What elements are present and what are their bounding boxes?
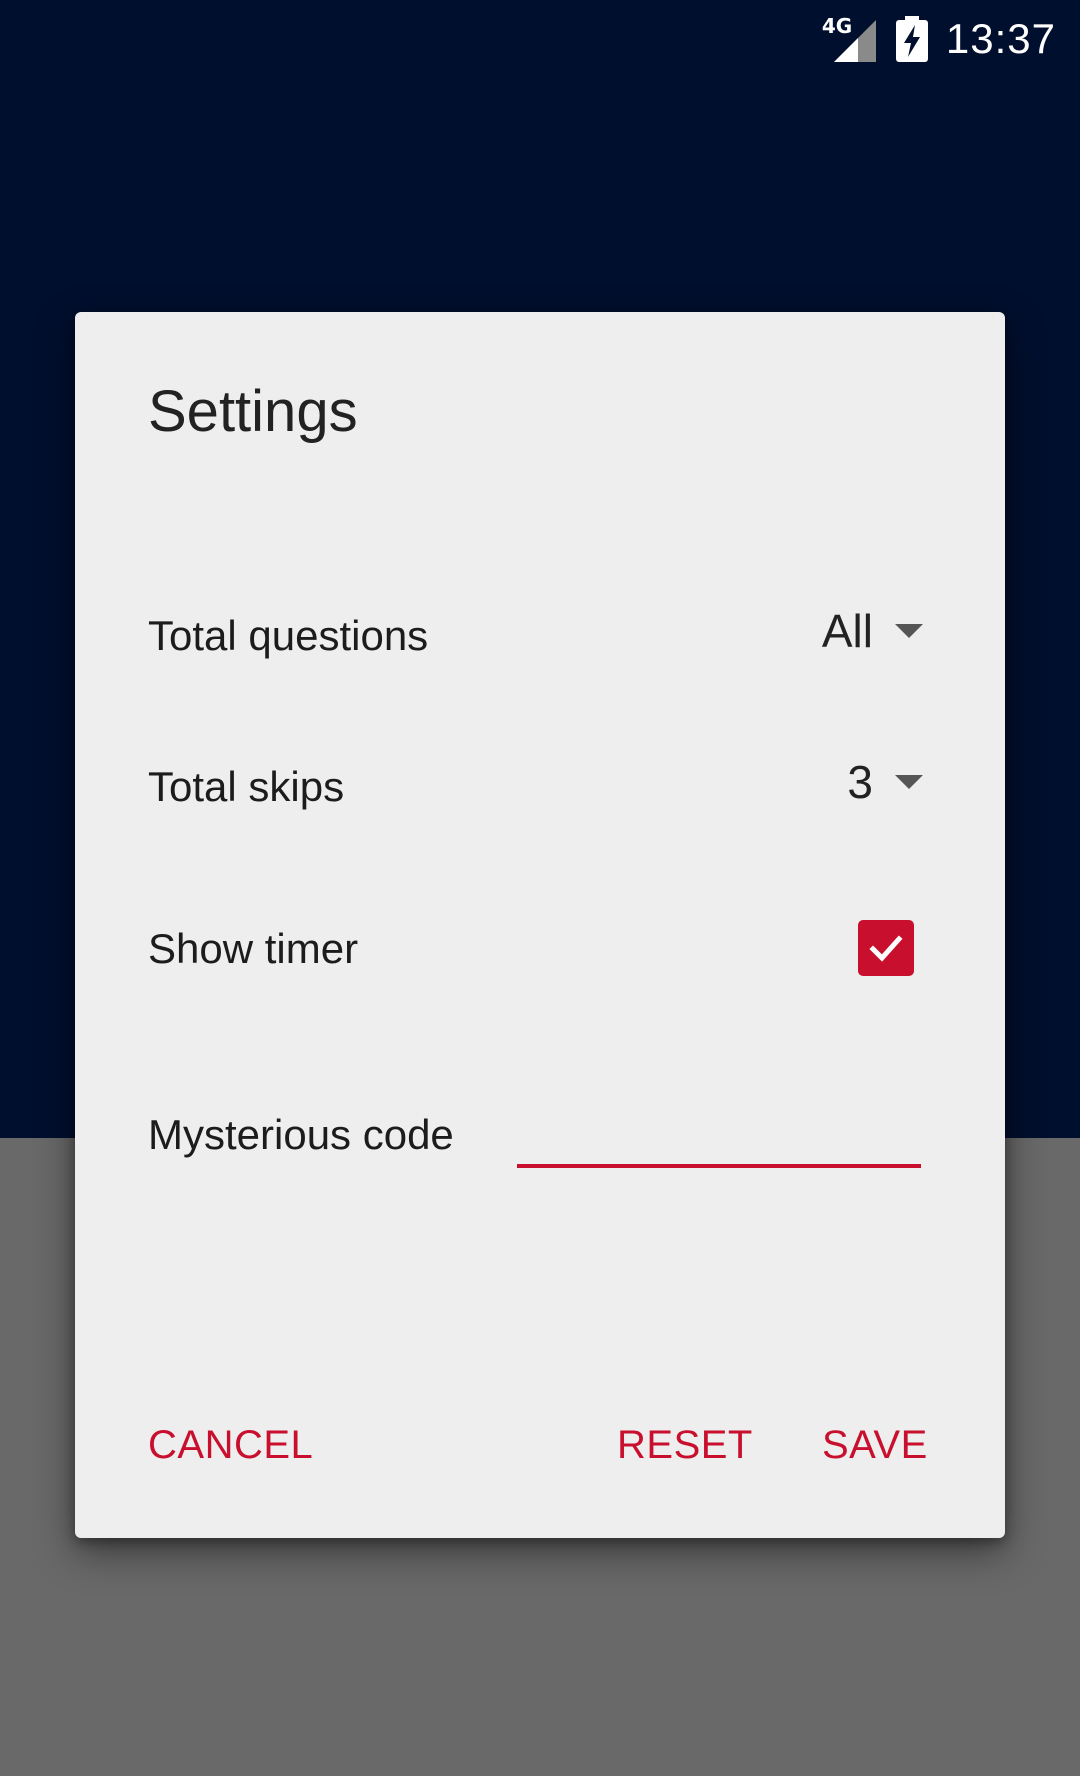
check-icon bbox=[869, 935, 903, 962]
network-type-label: 4G bbox=[821, 14, 853, 38]
dialog-title: Settings bbox=[148, 379, 358, 444]
show-timer-label: Show timer bbox=[148, 925, 359, 972]
chevron-down-icon bbox=[895, 624, 923, 638]
battery-charging-icon bbox=[895, 16, 928, 62]
total-skips-dropdown[interactable]: 3 bbox=[847, 755, 923, 809]
total-questions-dropdown[interactable]: All bbox=[822, 604, 923, 658]
total-skips-label: Total skips bbox=[148, 763, 345, 810]
status-icons: 4G 13:37 bbox=[822, 0, 1056, 78]
reset-button[interactable]: RESET bbox=[617, 1423, 753, 1468]
save-button[interactable]: SAVE bbox=[822, 1423, 928, 1468]
cancel-button[interactable]: CANCEL bbox=[148, 1423, 313, 1468]
mysterious-code-label: Mysterious code bbox=[148, 1111, 454, 1158]
chevron-down-icon bbox=[895, 775, 923, 789]
status-bar: 4G 13:37 bbox=[0, 0, 1080, 78]
total-questions-label: Total questions bbox=[148, 612, 429, 659]
mysterious-code-input[interactable] bbox=[517, 1104, 921, 1168]
settings-dialog: Settings Total questions All Total skips… bbox=[75, 312, 1005, 1538]
signal-icon: 4G bbox=[822, 14, 878, 64]
total-questions-value: All bbox=[821, 605, 873, 657]
status-time: 13:37 bbox=[945, 15, 1056, 62]
total-skips-value: 3 bbox=[847, 756, 873, 808]
show-timer-checkbox[interactable] bbox=[858, 920, 914, 976]
